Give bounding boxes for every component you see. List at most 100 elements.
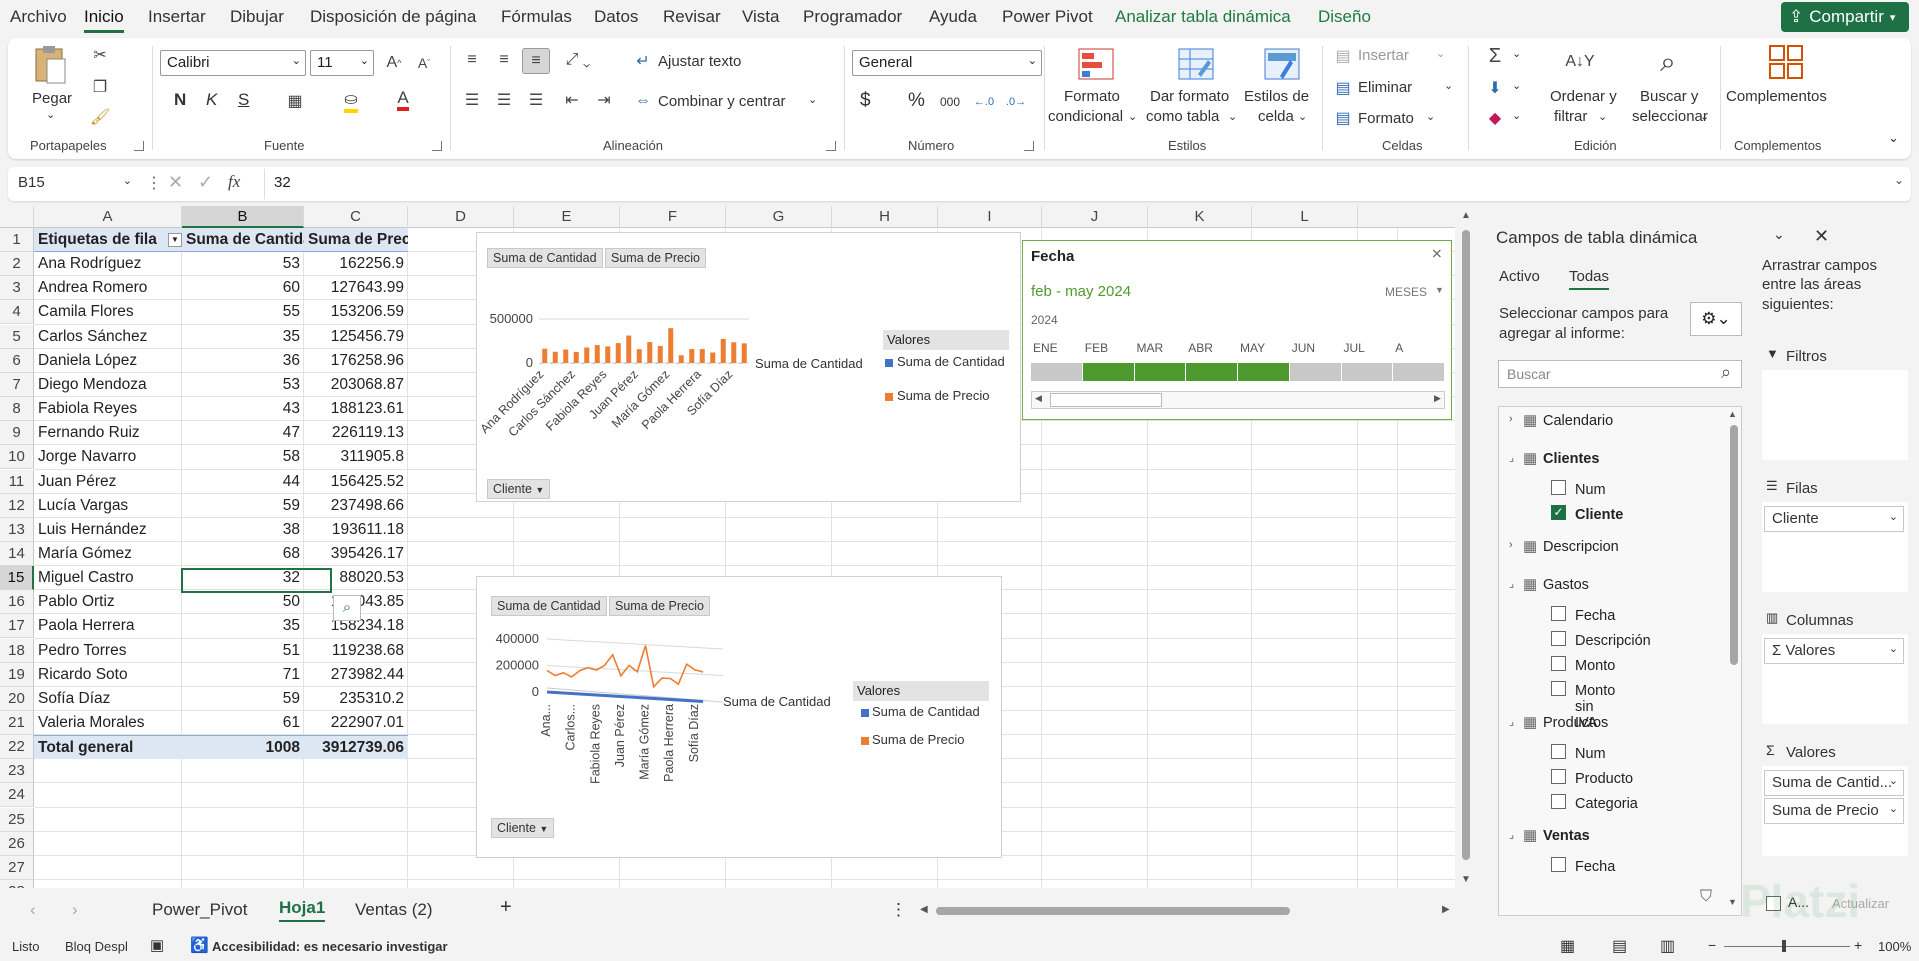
- row-header-7[interactable]: 7: [0, 372, 34, 397]
- pivot-value-cell[interactable]: 53: [182, 252, 304, 276]
- row-header-13[interactable]: 13: [0, 517, 34, 542]
- column-header-L[interactable]: L: [1252, 206, 1358, 228]
- autosum-icon[interactable]: Σ: [1482, 44, 1508, 68]
- row-header-12[interactable]: 12: [0, 493, 34, 518]
- pivot-row-label[interactable]: Jorge Navarro: [34, 445, 182, 469]
- field-label[interactable]: Monto: [1575, 658, 1615, 674]
- scroll-down-icon[interactable]: ▼: [1728, 897, 1737, 907]
- collapse-icon[interactable]: ⌟: [1509, 828, 1514, 841]
- align-left-icon[interactable]: ☰: [460, 88, 484, 112]
- field-checkbox[interactable]: [1551, 631, 1566, 646]
- chevron-down-icon[interactable]: ⌄: [1773, 226, 1785, 243]
- row-header-18[interactable]: 18: [0, 638, 34, 663]
- chevron-down-icon[interactable]: ⌄: [1512, 79, 1521, 92]
- pivot-row-label[interactable]: Diego Mendoza: [34, 373, 182, 397]
- increase-indent-icon[interactable]: ⇥: [592, 88, 616, 112]
- field-label[interactable]: Fecha: [1575, 859, 1615, 875]
- field-table-descripcion[interactable]: Descripcion: [1543, 539, 1619, 555]
- numero-launcher-icon[interactable]: [1024, 141, 1034, 151]
- row-header-21[interactable]: 21: [0, 711, 34, 735]
- status-accessibility[interactable]: Accesibilidad: es necesario investigar: [212, 939, 448, 954]
- chevron-down-icon[interactable]: ⌄: [1598, 110, 1607, 123]
- insert-cells-button[interactable]: Insertar: [1358, 47, 1409, 64]
- pivot-row-label[interactable]: Sofía Díaz: [34, 687, 182, 711]
- pivot-row-label[interactable]: Fernando Ruiz: [34, 421, 182, 445]
- insert-cells-icon[interactable]: ▤: [1332, 46, 1354, 66]
- font-size-select[interactable]: 11 ⌄: [310, 50, 374, 76]
- row-header-26[interactable]: 26: [0, 831, 34, 856]
- quick-analysis-icon[interactable]: ⌕: [333, 595, 361, 621]
- bold-button[interactable]: N: [174, 90, 186, 110]
- chevron-down-icon[interactable]: ⌄: [1512, 47, 1521, 60]
- macro-record-icon[interactable]: ▣: [150, 936, 164, 954]
- pivot-value-cell[interactable]: 53: [182, 373, 304, 397]
- pivot-row-label[interactable]: Paola Herrera: [34, 614, 182, 638]
- collapse-icon[interactable]: ⌟: [1509, 451, 1514, 464]
- format-cells-button[interactable]: Formato: [1358, 110, 1414, 127]
- clear-icon[interactable]: ◆: [1482, 106, 1508, 130]
- tab-inicio[interactable]: Inicio: [84, 7, 124, 33]
- tab-revisar[interactable]: Revisar: [663, 7, 721, 27]
- row-header-15[interactable]: 15: [0, 566, 34, 591]
- values-field-item-2[interactable]: Suma de Precio ⌄: [1764, 798, 1904, 824]
- field-checkbox[interactable]: [1551, 769, 1566, 784]
- zoom-slider-thumb[interactable]: [1782, 940, 1786, 952]
- row-header-24[interactable]: 24: [0, 783, 34, 808]
- pivot-row-label[interactable]: Miguel Castro: [34, 566, 182, 590]
- clear-filter-icon[interactable]: ⨯: [1431, 245, 1443, 262]
- field-checkbox[interactable]: [1551, 606, 1566, 621]
- pivot-value-cell[interactable]: 60: [182, 276, 304, 300]
- row-header-14[interactable]: 14: [0, 541, 34, 566]
- field-table-ventas[interactable]: Ventas: [1543, 828, 1590, 844]
- cell-styles-icon[interactable]: [1262, 46, 1302, 82]
- field-checkbox[interactable]: [1551, 857, 1566, 872]
- expand-icon[interactable]: ›: [1509, 539, 1513, 551]
- function-icon[interactable]: fx: [228, 172, 240, 192]
- settings-gear-icon[interactable]: ⚙⌄: [1690, 302, 1742, 336]
- row-header-19[interactable]: 19: [0, 662, 34, 687]
- column-header-J[interactable]: J: [1042, 206, 1148, 228]
- collapse-ribbon-icon[interactable]: ⌄: [1888, 130, 1899, 146]
- column-header-D[interactable]: D: [408, 206, 514, 228]
- pivot-bar-chart[interactable]: Suma de Cantidad Suma de Precio 0 500000 A…: [476, 232, 1021, 502]
- pivot-row-label[interactable]: Luis Hernández: [34, 518, 182, 542]
- page-break-view-icon[interactable]: ▥: [1660, 936, 1675, 956]
- conditional-format-label[interactable]: Formato: [1064, 88, 1120, 105]
- font-name-select[interactable]: Calibri ⌄: [160, 50, 306, 76]
- copy-icon[interactable]: ❐: [88, 76, 112, 98]
- row-header-4[interactable]: 4: [0, 300, 34, 325]
- next-sheet-icon[interactable]: ›: [72, 900, 78, 920]
- column-header-H[interactable]: H: [832, 206, 938, 228]
- sheet-tab-ventas2[interactable]: Ventas (2): [355, 900, 433, 920]
- chevron-down-icon[interactable]: ⌄: [1512, 109, 1521, 122]
- field-table-clientes[interactable]: Clientes: [1543, 451, 1599, 467]
- pivot-value-cell[interactable]: 38: [182, 518, 304, 542]
- chart1-filter-button[interactable]: Cliente ▼: [487, 479, 551, 499]
- slicer-month-tile[interactable]: [1341, 363, 1393, 381]
- chart2-filter-button[interactable]: Cliente ▼: [491, 818, 555, 838]
- confirm-icon[interactable]: ✓: [198, 172, 213, 193]
- slicer-month-tile[interactable]: [1031, 363, 1082, 381]
- fill-color-icon[interactable]: ⛀: [340, 90, 362, 113]
- rows-field-item[interactable]: Cliente ⌄: [1764, 506, 1904, 532]
- scroll-left-icon[interactable]: ◀: [1035, 393, 1042, 404]
- align-bottom-icon[interactable]: ≡: [522, 48, 550, 74]
- chevron-down-icon[interactable]: ⌄: [1444, 79, 1453, 92]
- pivot-row-label[interactable]: Lucía Vargas: [34, 494, 182, 518]
- align-top-icon[interactable]: ≡: [460, 48, 484, 72]
- pivot-value-cell[interactable]: 193611.18: [304, 518, 408, 542]
- scroll-up-icon[interactable]: ▲: [1461, 210, 1471, 221]
- close-icon[interactable]: ✕: [1814, 226, 1829, 247]
- pivot-value-cell[interactable]: 59: [182, 687, 304, 711]
- tab-diseno[interactable]: Diseño: [1318, 7, 1371, 27]
- addins-icon[interactable]: [1766, 42, 1806, 82]
- scroll-up-icon[interactable]: ▲: [1728, 409, 1737, 419]
- chevron-down-icon[interactable]: ⌄: [808, 93, 817, 106]
- scroll-left-icon[interactable]: ◀: [920, 904, 928, 915]
- find-select-label[interactable]: Buscar y: [1640, 88, 1698, 105]
- pivot-value-cell[interactable]: 153206.59: [304, 300, 408, 324]
- find-select-icon[interactable]: ⌕: [1648, 42, 1688, 82]
- field-label[interactable]: Num: [1575, 482, 1606, 498]
- row-header-17[interactable]: 17: [0, 614, 34, 639]
- prev-sheet-icon[interactable]: ‹: [30, 900, 36, 920]
